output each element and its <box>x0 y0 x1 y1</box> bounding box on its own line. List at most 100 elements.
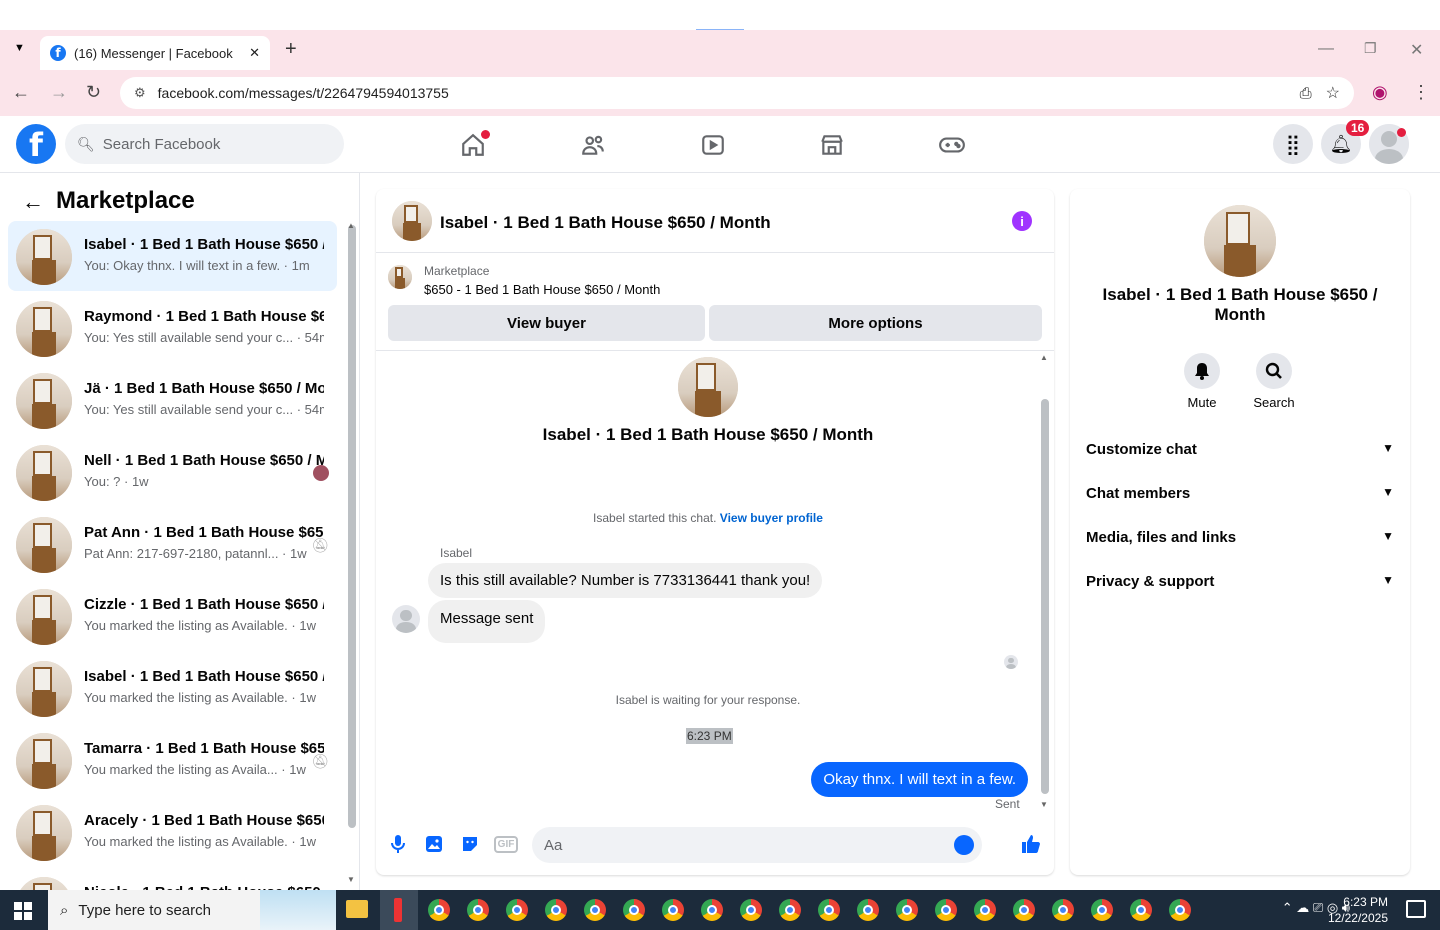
gif-icon[interactable]: GIF <box>493 833 519 855</box>
details-section[interactable]: Privacy & support ▼ <box>1086 573 1394 590</box>
new-tab-button[interactable]: + <box>285 38 297 61</box>
conversation-item[interactable]: Isabel · 1 Bed 1 Bath House $650 / Month… <box>8 653 337 723</box>
back-icon[interactable]: ← <box>12 82 30 103</box>
chrome-taskbar-icon[interactable] <box>974 899 996 921</box>
view-buyer-profile-link[interactable]: View buyer profile <box>720 511 823 525</box>
clock-date: 12/22/2025 <box>1327 911 1388 925</box>
menu-icon[interactable]: ⋮ <box>1412 82 1430 103</box>
gaming-icon[interactable] <box>937 130 967 160</box>
listing-banner: Marketplace $650 - 1 Bed 1 Bath House $6… <box>376 253 1054 351</box>
profile-icon[interactable]: ◉ <box>1372 82 1388 103</box>
outgoing-message[interactable]: Okay thnx. I will text in a few. <box>811 762 1028 797</box>
chrome-taskbar-icon[interactable] <box>701 899 723 921</box>
chrome-taskbar-icon[interactable] <box>1052 899 1074 921</box>
chat-avatar[interactable] <box>392 201 432 241</box>
marketplace-icon[interactable] <box>817 130 847 160</box>
details-section[interactable]: Chat members ▼ <box>1086 485 1394 502</box>
conversation-avatar <box>16 445 72 501</box>
mute-button[interactable]: Mute <box>1172 353 1232 410</box>
photo-icon[interactable] <box>423 833 445 855</box>
bookmark-star-icon[interactable]: ☆ <box>1326 83 1340 103</box>
scroll-down-icon[interactable]: ▼ <box>347 875 355 884</box>
browser-tab[interactable]: f (16) Messenger | Facebook ✕ <box>40 36 270 70</box>
emoji-icon[interactable] <box>954 835 974 855</box>
minimize-icon[interactable]: — <box>1318 40 1334 58</box>
chat-scroll-up-icon[interactable]: ▲ <box>1040 353 1048 362</box>
chat-title[interactable]: Isabel · 1 Bed 1 Bath House $650 / Month <box>440 213 771 233</box>
conversation-item[interactable]: Jä · 1 Bed 1 Bath House $650 / Month You:… <box>8 365 337 435</box>
chat-scroll-down-icon[interactable]: ▼ <box>1040 800 1048 809</box>
view-buyer-button[interactable]: View buyer <box>388 305 705 341</box>
file-explorer-icon[interactable] <box>346 900 368 918</box>
conversation-item[interactable]: Pat Ann · 1 Bed 1 Bath House $650 / Mont… <box>8 509 337 579</box>
chrome-taskbar-icon[interactable] <box>896 899 918 921</box>
reload-icon[interactable]: ↻ <box>86 82 101 103</box>
chrome-taskbar-icon[interactable] <box>1130 899 1152 921</box>
conversation-item[interactable]: Tamarra · 1 Bed 1 Bath House $650 / Mont… <box>8 725 337 795</box>
back-arrow-icon[interactable]: ← <box>22 189 44 215</box>
active-app-icon[interactable] <box>380 890 418 930</box>
more-options-button[interactable]: More options <box>709 305 1042 341</box>
search-conversation-button[interactable]: Search <box>1244 353 1304 410</box>
info-icon[interactable]: i <box>1012 211 1032 231</box>
scroll-up-icon[interactable]: ▲ <box>347 221 355 230</box>
search-input[interactable]: 🔍︎ Search Facebook <box>65 124 344 164</box>
conversation-item[interactable]: Cizzle · 1 Bed 1 Bath House $650 / Month… <box>8 581 337 651</box>
like-icon[interactable] <box>1020 833 1042 855</box>
video-icon[interactable] <box>698 130 728 160</box>
chrome-taskbar-icon[interactable] <box>467 899 489 921</box>
chrome-taskbar-icon[interactable] <box>779 899 801 921</box>
chrome-taskbar-icon[interactable] <box>1091 899 1113 921</box>
install-app-icon[interactable]: ⎙ <box>1300 85 1312 102</box>
chrome-taskbar-icon[interactable] <box>584 899 606 921</box>
sidebar-scrollbar[interactable] <box>348 225 356 828</box>
conversation-item[interactable]: Raymond · 1 Bed 1 Bath House $650 / Mont… <box>8 293 337 363</box>
search-label: Search <box>1253 395 1295 410</box>
listing-price[interactable]: $650 - 1 Bed 1 Bath House $650 / Month <box>424 282 660 297</box>
message-placeholder: Aa <box>544 836 563 854</box>
details-section[interactable]: Customize chat ▼ <box>1086 441 1394 458</box>
details-section[interactable]: Media, files and links ▼ <box>1086 529 1394 546</box>
site-info-icon[interactable]: ⚙ <box>134 85 146 101</box>
taskbar-search-input[interactable]: ⌕ Type here to search <box>48 890 336 930</box>
facebook-logo-icon[interactable]: f <box>16 124 56 164</box>
chat-scrollbar[interactable] <box>1041 399 1049 794</box>
chrome-taskbar-icon[interactable] <box>545 899 567 921</box>
chrome-taskbar-icon[interactable] <box>857 899 879 921</box>
chrome-taskbar-icon[interactable] <box>506 899 528 921</box>
conversation-item[interactable]: Aracely · 1 Bed 1 Bath House $650 / Mont… <box>8 797 337 867</box>
conversation-avatar <box>16 301 72 357</box>
conversation-avatar <box>16 661 72 717</box>
chrome-taskbar-icon[interactable] <box>428 899 450 921</box>
windows-start-icon[interactable] <box>14 902 32 920</box>
chrome-taskbar-icon[interactable] <box>1013 899 1035 921</box>
chrome-taskbar-icon[interactable] <box>818 899 840 921</box>
restore-icon[interactable]: ❐ <box>1364 40 1377 57</box>
message-input[interactable]: Aa <box>532 827 982 863</box>
chrome-taskbar-icon[interactable] <box>935 899 957 921</box>
incoming-message[interactable]: Is this still available? Number is 77331… <box>428 563 823 598</box>
taskbar-clock[interactable]: 6:23 PM 12/22/2025 <box>1328 894 1388 926</box>
close-tab-icon[interactable]: ✕ <box>249 45 260 61</box>
friends-icon[interactable] <box>578 130 608 160</box>
conversation-item[interactable]: Nell · 1 Bed 1 Bath House $650 / Month Yo… <box>8 437 337 507</box>
details-avatar[interactable] <box>1204 205 1276 277</box>
conversation-item[interactable]: Nicole · 1 Bed 1 Bath House $650 / Month <box>8 869 337 890</box>
chrome-taskbar-icon[interactable] <box>1169 899 1191 921</box>
chat-panel: Isabel · 1 Bed 1 Bath House $650 / Month… <box>376 189 1054 875</box>
conversation-item[interactable]: Isabel · 1 Bed 1 Bath House $650 / Month… <box>8 221 337 291</box>
action-center-icon[interactable] <box>1406 900 1426 918</box>
incoming-message[interactable]: Message sent <box>428 600 546 643</box>
chrome-taskbar-icon[interactable] <box>740 899 762 921</box>
chrome-taskbar-icon[interactable] <box>662 899 684 921</box>
chat-started-text: Isabel started this chat. <box>593 511 717 525</box>
chrome-taskbar-icon[interactable] <box>623 899 645 921</box>
conversation-preview: You: Yes still available send your c... … <box>84 402 324 417</box>
sticker-icon[interactable] <box>459 833 481 855</box>
microphone-icon[interactable] <box>387 833 409 855</box>
tab-search-icon[interactable]: ▼ <box>14 42 25 54</box>
menu-grid-button[interactable]: ⣿ <box>1273 124 1313 164</box>
forward-icon[interactable]: → <box>50 82 68 103</box>
close-window-icon[interactable]: ✕ <box>1410 40 1423 60</box>
url-field[interactable]: ⚙ facebook.com/messages/t/22647945940137… <box>120 77 1354 109</box>
